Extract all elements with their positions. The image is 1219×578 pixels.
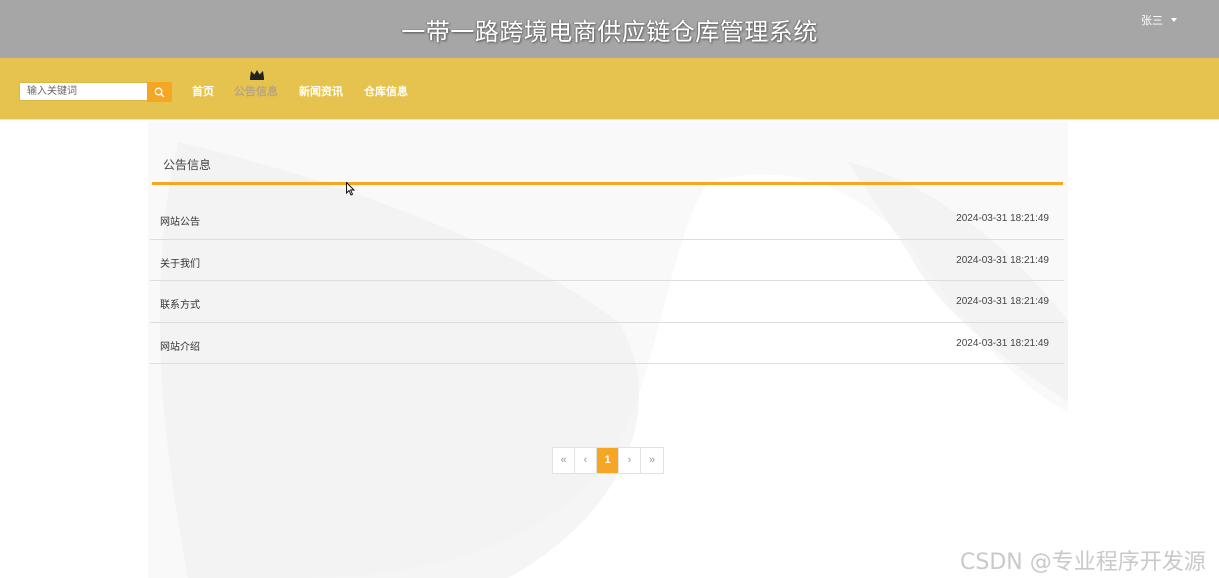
list-item[interactable]: 联系方式 2024-03-31 18:21:49 bbox=[150, 281, 1064, 323]
list-item[interactable]: 网站公告 2024-03-31 18:21:49 bbox=[150, 198, 1064, 240]
search-button[interactable] bbox=[147, 82, 172, 102]
list-item-date: 2024-03-31 18:21:49 bbox=[956, 213, 1049, 224]
watermark: CSDN @专业程序开发源 bbox=[960, 550, 1206, 575]
pagination-current-page[interactable]: 1 bbox=[597, 448, 619, 473]
list-item[interactable]: 关于我们 2024-03-31 18:21:49 bbox=[150, 240, 1064, 281]
list-item-date: 2024-03-31 18:21:49 bbox=[956, 254, 1049, 266]
mouse-cursor-icon bbox=[346, 182, 356, 196]
site-title: 一带一路跨境电商供应链仓库管理系统 bbox=[401, 19, 818, 46]
search-icon bbox=[154, 87, 165, 98]
user-name: 张三 bbox=[1141, 15, 1163, 27]
nav-announcements[interactable]: 公告信息 bbox=[234, 83, 278, 99]
pagination-next-button[interactable]: › bbox=[619, 448, 641, 473]
list-item-title[interactable]: 联系方式 bbox=[160, 296, 200, 311]
pagination-first-button[interactable]: « bbox=[553, 448, 575, 473]
list-item-title[interactable]: 关于我们 bbox=[160, 255, 200, 270]
panel-title: 公告信息 bbox=[163, 158, 212, 172]
user-menu[interactable]: 张三 bbox=[1141, 12, 1177, 28]
pagination: « ‹ 1 › » bbox=[552, 447, 664, 474]
announcement-list: 网站公告 2024-03-31 18:21:49 关于我们 2024-03-31… bbox=[150, 198, 1064, 364]
main-navbar: 首页 公告信息 新闻资讯 仓库信息 bbox=[0, 58, 1219, 120]
chevron-down-icon bbox=[1171, 18, 1177, 22]
search-input[interactable] bbox=[19, 82, 149, 101]
crown-icon bbox=[250, 70, 264, 80]
nav-home[interactable]: 首页 bbox=[192, 83, 214, 99]
nav-news[interactable]: 新闻资讯 bbox=[299, 83, 343, 99]
pagination-prev-button[interactable]: ‹ bbox=[575, 448, 597, 473]
top-header: 一带一路跨境电商供应链仓库管理系统 张三 bbox=[0, 0, 1219, 58]
nav-warehouse[interactable]: 仓库信息 bbox=[364, 83, 408, 99]
list-item-title[interactable]: 网站公告 bbox=[160, 213, 200, 228]
list-item-date: 2024-03-31 18:21:49 bbox=[956, 296, 1049, 307]
list-item[interactable]: 网站介绍 2024-03-31 18:21:49 bbox=[150, 323, 1064, 364]
list-item-date: 2024-03-31 18:21:49 bbox=[956, 337, 1049, 349]
panel-divider bbox=[152, 182, 1063, 185]
list-item-title[interactable]: 网站介绍 bbox=[160, 338, 200, 353]
pagination-last-button[interactable]: » bbox=[641, 448, 663, 473]
